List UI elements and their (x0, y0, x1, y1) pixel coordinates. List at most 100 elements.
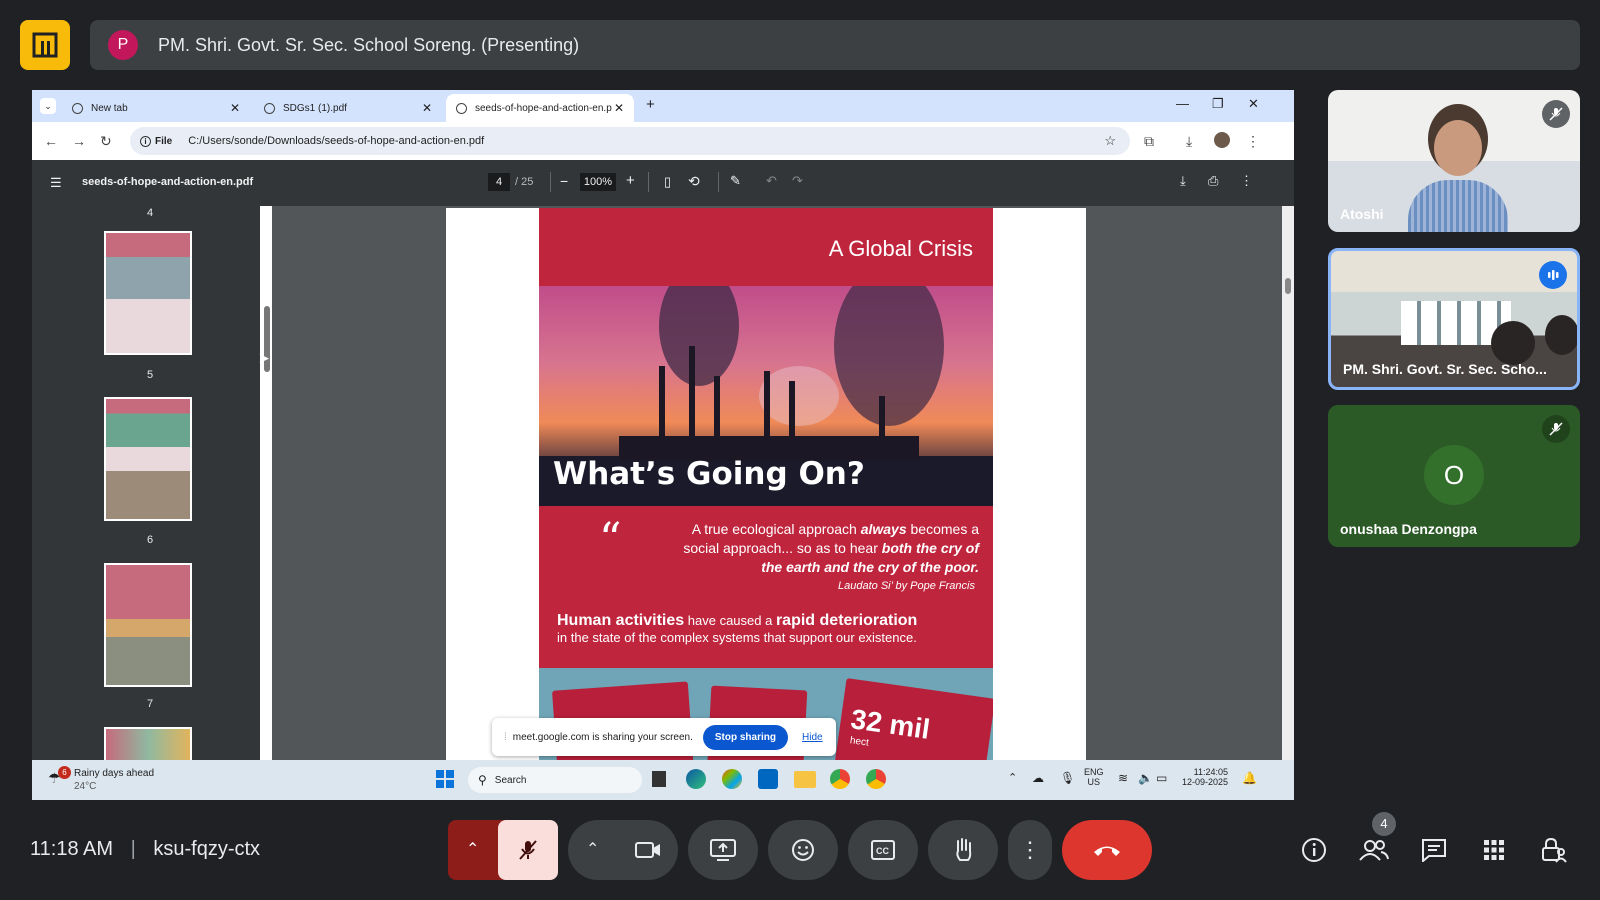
participant-name: Atoshi (1340, 206, 1384, 222)
raise-hand-icon (956, 838, 972, 861)
camera-options-chevron-icon[interactable]: ⌃ (586, 839, 599, 859)
browser-menu-icon[interactable]: ⋮ (1246, 133, 1260, 150)
copilot-icon[interactable] (722, 769, 742, 789)
file-explorer-icon[interactable] (794, 771, 816, 788)
extensions-icon[interactable]: ⧉ (1144, 133, 1154, 150)
page-number-input[interactable]: 4 (488, 173, 510, 191)
microphone-icon[interactable]: 🎙 (1060, 771, 1075, 785)
address-bar[interactable]: i File C:/Users/sonde/Downloads/seeds-of-… (130, 127, 1130, 155)
task-view-icon[interactable] (652, 771, 666, 787)
page-body-text: Human activities have caused a rapid det… (557, 612, 918, 645)
sidebar-scrollbar[interactable] (260, 206, 272, 760)
student-head (1545, 315, 1577, 355)
language-indicator[interactable]: ENG US (1084, 767, 1104, 787)
camera-control-group: ⌃ (568, 820, 678, 880)
bookmark-star-icon[interactable]: ☆ (1104, 133, 1116, 149)
onedrive-icon[interactable]: ☁ (1032, 771, 1044, 785)
thumbnail-page-5[interactable] (104, 231, 192, 355)
undo-icon[interactable]: ↶ (766, 173, 777, 189)
profile-avatar[interactable] (1214, 132, 1230, 148)
close-tab-icon[interactable]: ✕ (422, 101, 432, 115)
raise-hand-button[interactable] (928, 820, 998, 880)
drag-handle-icon[interactable]: ⁞ (504, 732, 507, 743)
battery-icon[interactable]: ▭ (1156, 771, 1167, 785)
total-pages: / 25 (515, 176, 534, 188)
tab-seeds-pdf[interactable]: seeds-of-hope-and-action-en.p ✕ (446, 94, 634, 122)
video-camera-icon (635, 842, 660, 858)
thumbnail-number: 5 (146, 369, 154, 381)
mic-options-chevron-icon[interactable]: ⌃ (466, 839, 479, 859)
svg-text:CC: CC (876, 846, 889, 856)
present-screen-button[interactable] (688, 820, 758, 880)
wifi-icon[interactable]: ≋ (1118, 771, 1128, 785)
taskbar-clock[interactable]: 11:24:05 12-09-2025 (1182, 767, 1228, 787)
pdf-download-icon[interactable]: ⤓ (1180, 173, 1186, 189)
zoom-input[interactable]: 100% (580, 173, 616, 191)
host-controls-button[interactable] (1536, 832, 1572, 868)
new-tab-button[interactable]: + (646, 96, 655, 113)
taskbar-search[interactable]: ⚲ Search (468, 767, 642, 793)
leave-call-button[interactable] (1062, 820, 1152, 880)
minimize-icon[interactable]: — (1176, 96, 1189, 111)
tab-new-tab[interactable]: New tab ✕ (62, 94, 250, 122)
info-icon (1302, 838, 1326, 862)
edge-icon[interactable] (686, 769, 706, 789)
closed-captions-icon: CC (871, 840, 895, 860)
tab-sdgs-pdf[interactable]: SDGs1 (1).pdf ✕ (254, 94, 442, 122)
thumbnail-page-6[interactable] (104, 397, 192, 521)
redo-icon[interactable]: ↷ (792, 173, 803, 189)
participant-tile[interactable]: O onushaa Denzongpa (1328, 405, 1580, 547)
window-close-icon[interactable]: ✕ (1248, 96, 1259, 112)
mic-muted-icon (1542, 415, 1570, 443)
print-icon[interactable]: ⎙ (1208, 173, 1218, 189)
mic-toggle-button[interactable] (498, 820, 558, 880)
volume-icon[interactable]: 🔈 (1138, 771, 1153, 785)
restore-icon[interactable]: ❐ (1212, 96, 1224, 112)
store-icon[interactable] (758, 769, 778, 789)
chrome-icon[interactable] (830, 769, 850, 789)
speaking-indicator-icon (1539, 261, 1567, 289)
tab-search-icon[interactable]: ⌄ (40, 98, 56, 114)
participant-tile-active[interactable]: PM. Shri. Govt. Sr. Sec. Scho... (1328, 248, 1580, 390)
close-tab-icon[interactable]: ✕ (230, 101, 240, 115)
zoom-in-icon[interactable]: + (626, 172, 635, 189)
reload-icon[interactable]: ↻ (100, 133, 112, 150)
thumbnail-page-7[interactable] (104, 563, 192, 687)
chrome-profile-icon[interactable] (866, 769, 886, 789)
student-head (1491, 321, 1535, 365)
captions-button[interactable]: CC (848, 820, 918, 880)
zoom-out-icon[interactable]: − (560, 173, 568, 189)
weather-title[interactable]: Rainy days ahead (74, 768, 154, 779)
close-tab-icon[interactable]: ✕ (614, 101, 624, 115)
participant-tile[interactable]: Atoshi (1328, 90, 1580, 232)
sidebar-menu-icon[interactable]: ☰ (50, 175, 62, 191)
page-artwork: A Global Crisis What’s Going On? “ A tru… (539, 208, 993, 768)
emoji-icon (792, 839, 814, 861)
activities-button[interactable] (1476, 832, 1512, 868)
stop-sharing-button[interactable]: Stop sharing (702, 724, 788, 750)
reactions-button[interactable] (768, 820, 838, 880)
page-scroll-thumb[interactable] (1285, 278, 1291, 294)
camera-toggle-button[interactable] (618, 820, 678, 880)
participant-avatar: O (1424, 445, 1484, 505)
page-scrollbar[interactable] (1282, 206, 1294, 760)
more-options-button[interactable]: ⋮ (1008, 820, 1052, 880)
site-info-chip[interactable]: i File (140, 135, 172, 147)
rotate-icon[interactable]: ⟲ (688, 173, 700, 190)
windows-start-icon[interactable] (436, 770, 454, 788)
weather-badge: 6 (58, 766, 71, 779)
forward-icon[interactable]: → (72, 133, 86, 149)
pdf-more-icon[interactable]: ⋮ (1240, 173, 1253, 189)
fit-page-icon[interactable]: ▯ (664, 174, 671, 190)
tray-chevron-icon[interactable]: ⌃ (1008, 771, 1017, 784)
hide-notice-link[interactable]: Hide (802, 732, 823, 743)
downloads-icon[interactable]: ⤓ (1186, 133, 1192, 150)
meeting-details-button[interactable] (1296, 832, 1332, 868)
notifications-icon[interactable]: 🔔 (1242, 771, 1257, 785)
annotate-icon[interactable]: ✎ (730, 173, 741, 189)
back-icon[interactable]: ← (44, 133, 58, 149)
chat-button[interactable] (1416, 832, 1452, 868)
participant-name: onushaa Denzongpa (1340, 521, 1477, 537)
people-button[interactable]: 4 (1356, 812, 1396, 868)
meet-logo (20, 20, 70, 70)
